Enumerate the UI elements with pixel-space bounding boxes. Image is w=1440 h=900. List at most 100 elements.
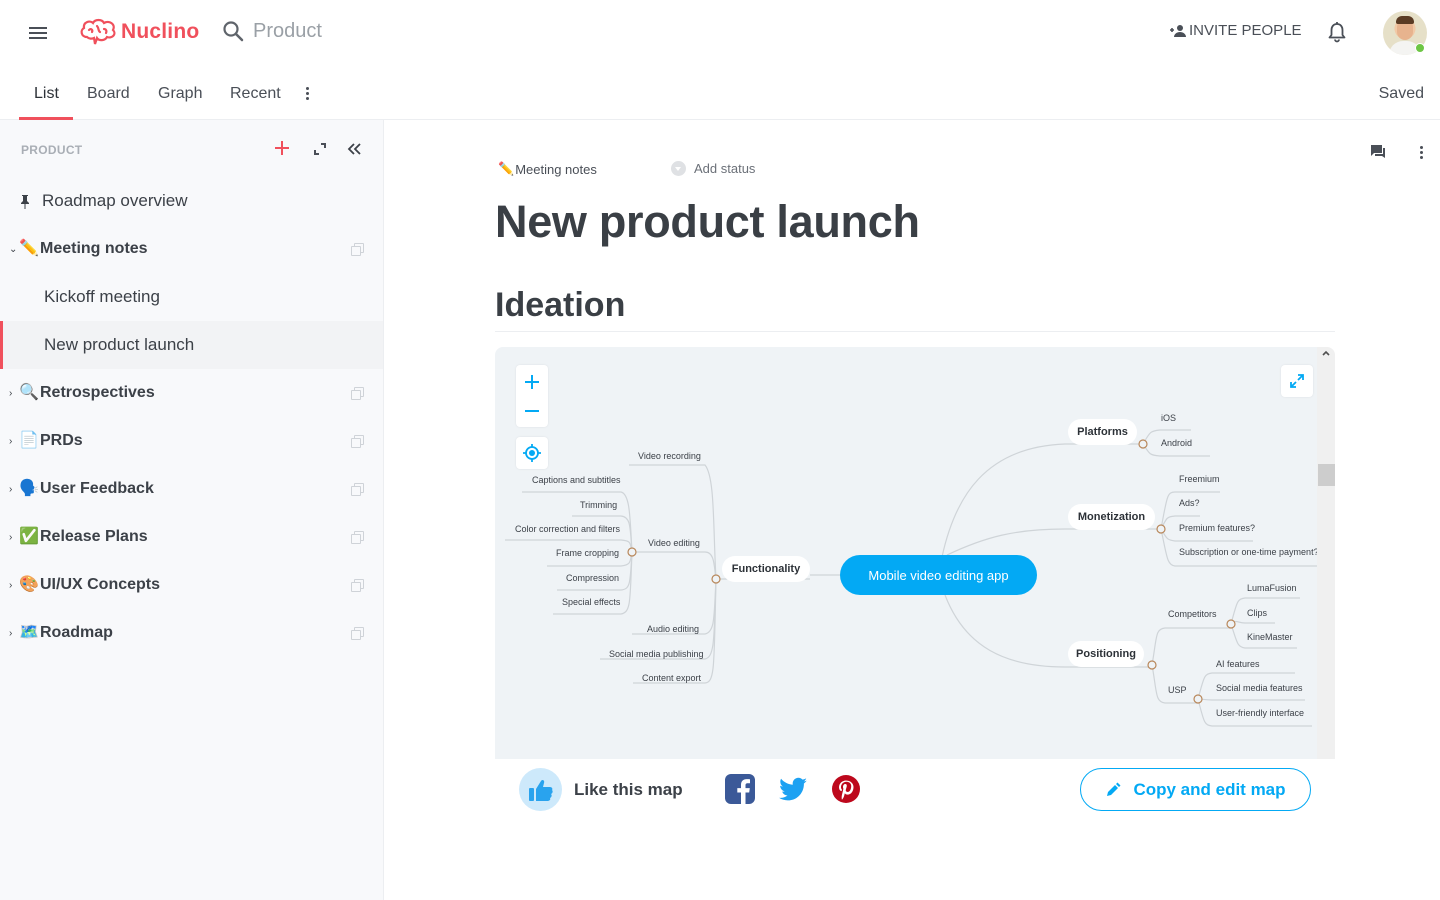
- zoom-out-button[interactable]: [516, 396, 548, 426]
- fullscreen-button[interactable]: [1281, 365, 1313, 397]
- invite-people-label: INVITE PEOPLE: [1189, 22, 1302, 39]
- like-button[interactable]: [519, 768, 562, 811]
- collection-icon: [351, 626, 364, 640]
- mindmap-node[interactable]: Competitors: [1168, 609, 1217, 619]
- add-status-button[interactable]: Add status: [671, 161, 755, 176]
- sidebar-item-ui-ux-concepts[interactable]: › 🎨 UI/UX Concepts: [0, 561, 383, 609]
- mindmap-root-node[interactable]: Mobile video editing app: [840, 555, 1037, 595]
- sidebar-item-label: New product launch: [44, 335, 195, 354]
- breadcrumb-label: Meeting notes: [515, 161, 597, 177]
- scrollbar-thumb[interactable]: [1318, 464, 1335, 486]
- mindmap-node[interactable]: Trimming: [580, 500, 617, 510]
- mindmap-node[interactable]: Audio editing: [647, 624, 699, 634]
- mindmap-node[interactable]: Social media features: [1216, 683, 1303, 693]
- mindmap-node-positioning[interactable]: Positioning: [1068, 641, 1144, 667]
- sidebar-item-retrospectives[interactable]: › 🔍 Retrospectives: [0, 369, 383, 417]
- mindmap-node[interactable]: Freemium: [1179, 474, 1220, 484]
- center-map-button[interactable]: [516, 437, 548, 469]
- sidebar-item-label: PRDs: [40, 432, 83, 449]
- chevron-right-icon[interactable]: ›: [9, 580, 17, 591]
- collapse-node-handle: [711, 574, 721, 584]
- copy-and-edit-map-button[interactable]: Copy and edit map: [1080, 768, 1311, 811]
- mindmap-node[interactable]: KineMaster: [1247, 632, 1293, 642]
- mindmap-node[interactable]: Social media publishing: [609, 649, 704, 659]
- connector-line: [1197, 698, 1305, 701]
- sidebar-item-label: Kickoff meeting: [44, 287, 160, 306]
- sidebar-item-roadmap-overview[interactable]: Roadmap overview: [0, 177, 383, 225]
- page-title[interactable]: New product launch: [495, 196, 920, 248]
- mindmap-node[interactable]: Subscription or one-time payment?: [1179, 547, 1317, 557]
- embed-scrollbar[interactable]: [1317, 347, 1335, 759]
- chevron-right-icon[interactable]: ›: [9, 532, 17, 543]
- section-heading[interactable]: Ideation: [495, 286, 625, 325]
- mindmap-node[interactable]: iOS: [1161, 413, 1176, 423]
- mindmap-node[interactable]: Video recording: [638, 451, 701, 461]
- add-status-label: Add status: [694, 161, 756, 176]
- mindmap-node[interactable]: Captions and subtitles: [532, 475, 621, 485]
- search-field[interactable]: Product: [221, 19, 322, 43]
- chevron-down-icon[interactable]: ⌄: [9, 244, 17, 255]
- breadcrumb[interactable]: ✏️ Meeting notes: [498, 161, 597, 177]
- connector-line: [600, 578, 717, 660]
- comments-icon[interactable]: [1370, 144, 1386, 160]
- mindmap-node[interactable]: Ads?: [1179, 498, 1200, 508]
- mindmap-node[interactable]: Clips: [1247, 608, 1267, 618]
- invite-people-button[interactable]: INVITE PEOPLE: [1169, 22, 1302, 39]
- mindmap-node[interactable]: Color correction and filters: [515, 524, 620, 534]
- logo[interactable]: Nuclino: [79, 17, 199, 47]
- mindmap-node[interactable]: Android: [1161, 438, 1192, 448]
- mindmap-canvas[interactable]: Mobile video editing app Functionality V…: [495, 347, 1317, 759]
- sidebar-item-new-product-launch[interactable]: New product launch: [0, 321, 383, 369]
- mindmap-node[interactable]: Compression: [566, 573, 619, 583]
- chevron-right-icon[interactable]: ›: [9, 436, 17, 447]
- twitter-icon[interactable]: [778, 774, 808, 804]
- add-person-icon: [1170, 24, 1186, 37]
- chevron-right-icon[interactable]: ›: [9, 484, 17, 495]
- like-label[interactable]: Like this map: [574, 780, 683, 800]
- facebook-icon[interactable]: [725, 774, 755, 804]
- mindmap-node[interactable]: AI features: [1216, 659, 1260, 669]
- tab-recent[interactable]: Recent: [230, 85, 281, 103]
- add-item-icon[interactable]: [274, 140, 290, 156]
- expand-icon[interactable]: [314, 143, 326, 155]
- collection-icon: [351, 482, 364, 496]
- mindmap-node[interactable]: Premium features?: [1179, 523, 1255, 533]
- more-tabs-icon[interactable]: [306, 87, 310, 103]
- sidebar-item-release-plans[interactable]: › ✅ Release Plans: [0, 513, 383, 561]
- zoom-controls: [516, 365, 548, 427]
- tab-board[interactable]: Board: [87, 85, 130, 103]
- collapse-sidebar-icon[interactable]: [346, 142, 362, 156]
- pinterest-icon[interactable]: [831, 774, 861, 804]
- chevron-right-icon[interactable]: ›: [9, 628, 17, 639]
- mindmap-node-functionality[interactable]: Functionality: [722, 556, 810, 582]
- sidebar-item-meeting-notes[interactable]: ⌄ ✏️ Meeting notes: [0, 225, 383, 273]
- sidebar-item-user-feedback[interactable]: › 🗣️ User Feedback: [0, 465, 383, 513]
- mindmap-node[interactable]: USP: [1168, 685, 1187, 695]
- tab-graph[interactable]: Graph: [158, 85, 202, 103]
- mindmap-node-platforms[interactable]: Platforms: [1068, 419, 1137, 445]
- tab-list[interactable]: List: [34, 85, 59, 103]
- zoom-in-button[interactable]: [516, 367, 548, 397]
- mindmap-node[interactable]: User-friendly interface: [1216, 708, 1304, 718]
- chevron-right-icon[interactable]: ›: [9, 388, 17, 399]
- magnifier-icon: 🔍: [19, 384, 39, 401]
- scroll-up-arrow-icon[interactable]: [1321, 349, 1331, 359]
- mindmap-node[interactable]: LumaFusion: [1247, 583, 1297, 593]
- collapse-node-handle: [1156, 524, 1166, 534]
- collection-icon: [351, 386, 364, 400]
- menu-icon[interactable]: [29, 27, 47, 41]
- mindmap-node-monetization[interactable]: Monetization: [1068, 504, 1155, 530]
- mindmap-node[interactable]: Frame cropping: [556, 548, 619, 558]
- mindmap-node[interactable]: Content export: [642, 673, 701, 683]
- collection-icon: [351, 434, 364, 448]
- document-icon: 📄: [19, 432, 39, 449]
- plus-icon: [525, 375, 539, 389]
- mindmap-node[interactable]: Video editing: [648, 538, 700, 548]
- sidebar-item-label: Roadmap overview: [42, 191, 188, 210]
- sidebar-item-roadmap[interactable]: › 🗺️ Roadmap: [0, 609, 383, 657]
- sidebar-item-kickoff-meeting[interactable]: Kickoff meeting: [0, 273, 383, 321]
- bell-icon[interactable]: [1327, 21, 1347, 43]
- sidebar-item-prds[interactable]: › 📄 PRDs: [0, 417, 383, 465]
- mindmap-node[interactable]: Special effects: [562, 597, 620, 607]
- more-options-icon[interactable]: [1420, 146, 1423, 160]
